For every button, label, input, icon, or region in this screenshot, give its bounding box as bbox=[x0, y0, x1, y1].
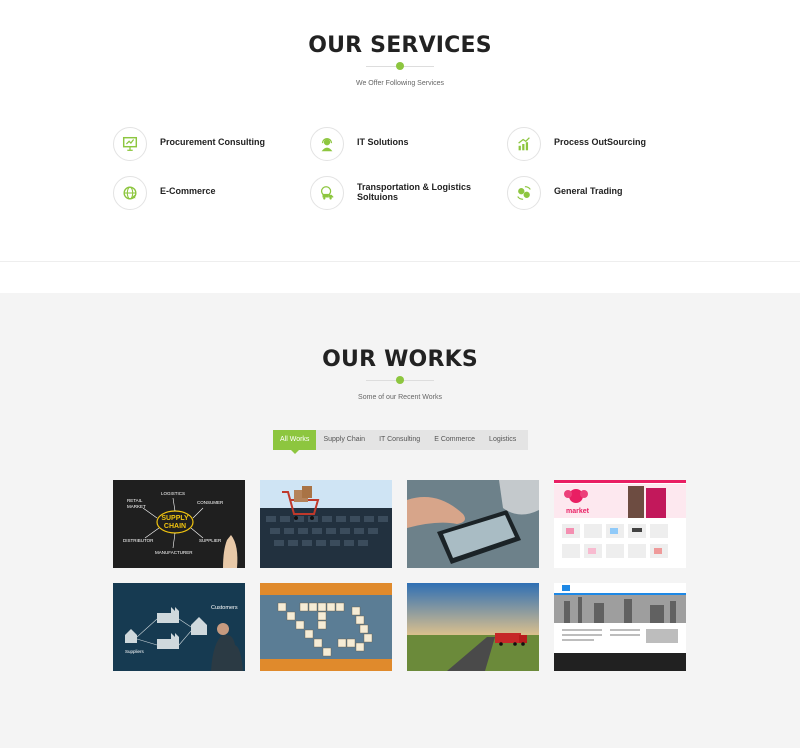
work-thumb-tablet-hand[interactable] bbox=[407, 480, 539, 568]
works-section: OUR WORKS Some of our Recent Works All W… bbox=[0, 293, 800, 748]
works-title: OUR WORKS bbox=[322, 347, 478, 372]
consumer-text: CONSUMER bbox=[197, 500, 224, 505]
work-thumb-market-website[interactable]: market bbox=[554, 480, 686, 568]
services-subtitle: We Offer Following Services bbox=[355, 80, 445, 87]
work-thumb-crossword-tiles[interactable] bbox=[260, 583, 392, 671]
globe-icon bbox=[113, 176, 147, 210]
works-filter-bar: All Works Supply Chain IT Consulting E C… bbox=[273, 430, 528, 454]
manufacturer-text: MANUFACTURER bbox=[155, 550, 193, 555]
chain-text: CHAIN bbox=[164, 523, 186, 530]
filter-e-commerce[interactable]: E Commerce bbox=[427, 430, 482, 450]
truck-road-image bbox=[407, 583, 539, 671]
work-thumb-industrial-website[interactable] bbox=[554, 583, 686, 671]
retail-text: RETAIL bbox=[127, 498, 143, 503]
work-thumb-customers-suppliers[interactable]: Customers Suppliers bbox=[113, 583, 245, 671]
distributor-text: DISTRIBUTOR bbox=[123, 538, 154, 543]
industrial-website-image bbox=[554, 583, 686, 671]
work-thumb-shopping-cart-laptop[interactable] bbox=[260, 480, 392, 568]
service-label: Procurement Consulting bbox=[160, 137, 266, 147]
filter-it-consulting[interactable]: IT Consulting bbox=[372, 430, 427, 450]
suppliers-text: Suppliers bbox=[125, 649, 145, 654]
market-logo-text: market bbox=[566, 508, 590, 515]
support-agent-icon bbox=[310, 127, 344, 161]
services-divider bbox=[366, 62, 434, 70]
service-label: Process OutSourcing bbox=[554, 137, 647, 147]
growth-chart-icon bbox=[507, 127, 541, 161]
supplier-text: SUPPLIER bbox=[199, 538, 222, 543]
crossword-tiles-image bbox=[260, 583, 392, 671]
work-thumb-supply-chain-board[interactable]: SUPPLY CHAIN LOGISTICS RETAIL MARKET CON… bbox=[113, 480, 245, 568]
work-thumb-truck-road[interactable] bbox=[407, 583, 539, 671]
customers-suppliers-image: Customers Suppliers bbox=[113, 583, 245, 671]
delivery-truck-icon bbox=[310, 176, 344, 210]
works-divider bbox=[366, 376, 434, 384]
market-website-image: market bbox=[554, 480, 686, 568]
presentation-icon bbox=[113, 127, 147, 161]
service-label: General Trading bbox=[554, 186, 623, 196]
services-title: OUR SERVICES bbox=[308, 33, 492, 58]
logistics-text: LOGISTICS bbox=[161, 491, 185, 496]
cart-laptop-image bbox=[260, 480, 392, 568]
service-label: IT Solutions bbox=[357, 137, 409, 147]
customers-text: Customers bbox=[211, 605, 238, 611]
tablet-hand-image bbox=[407, 480, 539, 568]
services-section: OUR SERVICES We Offer Following Services… bbox=[0, 0, 800, 262]
service-label: E-Commerce bbox=[160, 186, 216, 196]
filter-supply-chain[interactable]: Supply Chain bbox=[316, 430, 372, 450]
works-subtitle: Some of our Recent Works bbox=[358, 394, 442, 401]
filter-logistics[interactable]: Logistics bbox=[482, 430, 523, 450]
money-exchange-icon bbox=[507, 176, 541, 210]
filter-all-works[interactable]: All Works bbox=[273, 430, 317, 454]
service-label: Transportation & Logistics Soltuions bbox=[357, 182, 472, 202]
chalkboard-image: SUPPLY CHAIN LOGISTICS RETAIL MARKET CON… bbox=[113, 480, 245, 568]
supply-text: SUPPLY bbox=[161, 515, 189, 522]
